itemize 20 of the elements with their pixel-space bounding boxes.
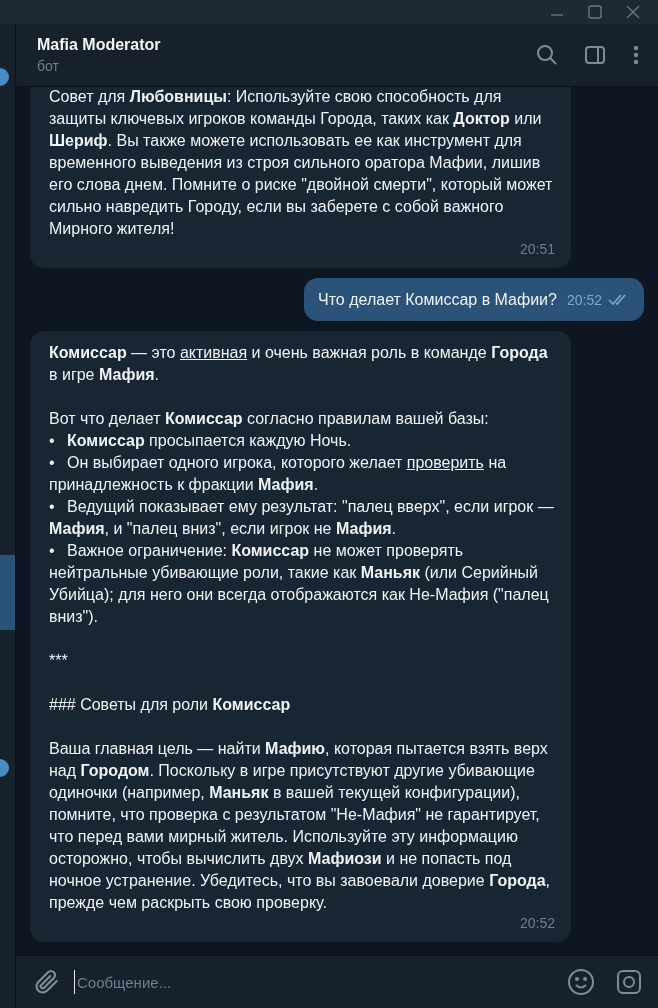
bullet-item: • Он выбирает одного игрока, которого желает проверить на принадлежность к фракции Мафия.	[49, 453, 508, 495]
more-icon[interactable]	[633, 44, 639, 66]
chat-title: Mafia Moderator	[37, 36, 162, 54]
message-time: 20:52	[566, 291, 602, 310]
bullet-item: • Важное ограничение: Комиссар не может проверять нейтральные убивающие роли, такие как Маньяк (или Серийный Убийца); для него они всегда отображаются как Не-Мафия ("палец вниз").	[49, 541, 550, 627]
message-text: Совет для Любовницы: Используйте свою способность для защиты ключевых игроков команды Города, таких как Доктор или Шериф. Вы также можете использовать ее как инструмент для временного выведения из строя сильного оратора Мафии, лишив его слова днем. Помните о риске "двойной смерти", который может сильно навредить Городу, если вы заберете с собой важного Мирного жителя!	[49, 87, 554, 239]
message-time: 20:52	[519, 914, 555, 933]
message-text: Что делает Комиссар в Мафии?	[318, 290, 557, 310]
message-time: 20:51	[519, 240, 555, 259]
message-text: ***	[49, 651, 69, 671]
search-icon[interactable]	[536, 44, 558, 66]
message-text: ### Советы для роли Комиссар	[49, 695, 292, 715]
message-text: Комиссар — это активная и очень важная роль в команде Города в игре Мафия.	[49, 343, 549, 385]
message-text: Вот что делает Комиссар согласно правилам вашей базы:	[49, 409, 490, 429]
bullet-item: • Ведущий показывает ему результат: "палец вверх", если игрок — Мафия, и "палец вниз", если игрок не Мафия.	[49, 497, 555, 539]
message-text: Ваша главная цель — найти Мафию, которая пытается взять верх над Городом. Поскольку в игре присутствуют другие убивающие одиночки (например, Маньяк в вашей текущей конфигурации), помните, что проверка с результатом "Не-Мафия" не гарантирует, что перед вами мирный житель. Используйте эту информацию осторожно, чтобы вычислить двух Мафиози и не попасть под ночное устранение. Убедитесь, что вы завоевали доверие Города, прежде чем раскрыть свою проверку.	[49, 739, 551, 913]
chat-subtitle: бот	[37, 58, 60, 74]
panel-icon[interactable]	[584, 44, 606, 66]
message-input[interactable]: Сообщение...	[74, 970, 550, 994]
bullet-item: • Комиссар просыпается каждую Ночь.	[49, 431, 353, 451]
